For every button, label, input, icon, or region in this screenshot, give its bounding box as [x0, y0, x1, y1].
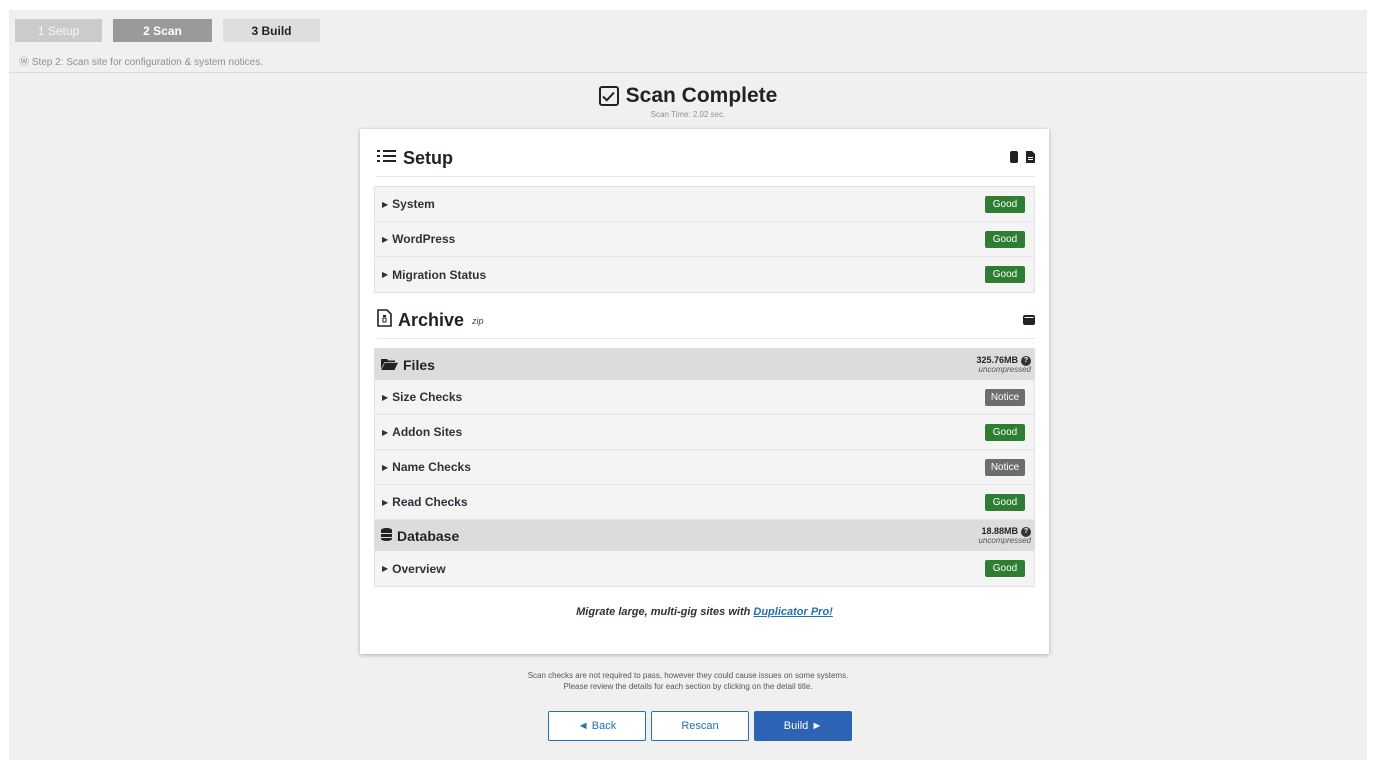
footer-line-2: Please review the details for each secti…	[563, 682, 813, 691]
database-size-note: uncompressed	[978, 535, 1031, 545]
status-badge: Good	[985, 266, 1025, 283]
archive-checks: Files 325.76MB? uncompressed ▶ Size Check…	[374, 348, 1035, 587]
step-description-text: Step 2: Scan site for configuration & sy…	[31, 57, 264, 68]
check-label: Read Checks	[392, 495, 468, 509]
help-icon[interactable]: ?	[1021, 526, 1031, 537]
check-label: WordPress	[392, 232, 456, 246]
caret-right-icon: ▶	[382, 427, 389, 437]
files-size: 325.76MB	[976, 355, 1018, 365]
duplicator-pro-link[interactable]: Duplicator Pro!	[753, 606, 832, 618]
caret-right-icon: ▶	[382, 462, 389, 472]
step-bar: 1 Setup 2 Scan 3 Build	[15, 19, 320, 42]
status-badge: Good	[985, 230, 1025, 248]
scan-panel: Setup ▶ System Good ▶ WordPress Good ▶ M…	[360, 129, 1049, 654]
scan-time: Scan Time: 2.02 sec.	[650, 110, 726, 119]
check-label: Addon Sites	[392, 425, 463, 439]
archive-title: Archive zip	[377, 309, 484, 332]
setup-checks: ▶ System Good ▶ WordPress Good ▶ Migration …	[374, 186, 1035, 293]
check-label: Size Checks	[392, 390, 463, 404]
rescan-button[interactable]: Rescan	[651, 711, 749, 741]
archive-file-icon	[377, 309, 392, 332]
divider	[9, 72, 1367, 73]
check-name-checks[interactable]: ▶ Name Checks Notice	[375, 450, 1034, 485]
setup-title-text: Setup	[403, 148, 454, 168]
back-button[interactable]: ◄ Back	[548, 711, 646, 741]
status-badge: Good	[985, 195, 1025, 213]
check-read-checks[interactable]: ▶ Read Checks Good	[375, 485, 1034, 520]
check-migration-status[interactable]: ▶ Migration Status Good	[375, 257, 1034, 292]
check-label: Migration Status	[392, 267, 487, 282]
archive-box-icon[interactable]	[1023, 312, 1035, 330]
setup-title: Setup	[377, 148, 453, 169]
check-label: System	[392, 197, 435, 211]
footer-note: Scan checks are not required to pass, ho…	[9, 670, 1367, 692]
page-title: Scan Complete	[598, 84, 778, 108]
page-title-text: Scan Complete	[625, 84, 778, 107]
promo-message: Migrate large, multi-gig sites with Dupl…	[360, 606, 1049, 618]
step-scan[interactable]: 2 Scan	[113, 19, 212, 42]
caret-right-icon: ▶	[382, 234, 389, 244]
archive-title-text: Archive	[398, 310, 465, 330]
setup-actions	[1010, 150, 1035, 168]
check-addon-sites[interactable]: ▶ Addon Sites Good	[375, 415, 1034, 450]
check-wordpress[interactable]: ▶ WordPress Good	[375, 222, 1034, 257]
database-size: 18.88MB	[981, 526, 1018, 536]
files-size-note: uncompressed	[978, 364, 1031, 374]
folder-open-icon	[381, 357, 398, 373]
wordpress-icon: Ⓦ	[19, 57, 29, 68]
archive-format: zip	[472, 315, 484, 326]
footer-line-1: Scan checks are not required to pass, ho…	[527, 671, 849, 680]
check-system[interactable]: ▶ System Good	[375, 187, 1034, 222]
checkbox-icon	[598, 86, 619, 106]
help-icon[interactable]: ?	[1021, 355, 1031, 366]
files-group-header: Files 325.76MB? uncompressed	[375, 349, 1034, 380]
archive-section-header: Archive zip	[377, 303, 1035, 339]
step-build[interactable]: 3 Build	[223, 19, 320, 42]
database-icon	[381, 527, 392, 544]
database-group-header: Database 18.88MB? uncompressed	[375, 520, 1034, 551]
status-badge: Notice	[985, 388, 1025, 406]
status-badge: Good	[985, 493, 1025, 511]
archive-actions	[1023, 312, 1035, 330]
files-title: Files	[403, 356, 435, 373]
build-button[interactable]: Build ►	[754, 711, 852, 741]
step-setup[interactable]: 1 Setup	[15, 19, 102, 42]
caret-right-icon: ▶	[382, 564, 389, 573]
caret-right-icon: ▶	[382, 497, 389, 507]
server-icon[interactable]	[1010, 150, 1018, 168]
caret-right-icon: ▶	[382, 392, 389, 402]
check-label: Name Checks	[392, 460, 471, 474]
page-frame: 1 Setup 2 Scan 3 Build Ⓦ Step 2: Scan si…	[9, 10, 1367, 760]
document-icon[interactable]	[1026, 150, 1035, 168]
promo-text: Migrate large, multi-gig sites with	[576, 606, 754, 618]
caret-right-icon: ▶	[382, 199, 389, 209]
check-size-checks[interactable]: ▶ Size Checks Notice	[375, 380, 1034, 415]
caret-right-icon: ▶	[382, 270, 389, 279]
checklist-icon	[377, 148, 397, 169]
scan-header: Scan Complete Scan Time: 2.02 sec.	[9, 84, 1367, 119]
status-badge: Notice	[985, 458, 1025, 476]
check-overview[interactable]: ▶ Overview Good	[375, 551, 1034, 586]
database-title: Database	[397, 527, 460, 544]
status-badge: Good	[985, 560, 1025, 577]
action-buttons: ◄ Back Rescan Build ►	[548, 711, 852, 741]
step-description: Ⓦ Step 2: Scan site for configuration & …	[19, 53, 263, 68]
check-label: Overview	[392, 561, 446, 576]
status-badge: Good	[985, 423, 1025, 441]
setup-section-header: Setup	[377, 141, 1035, 177]
